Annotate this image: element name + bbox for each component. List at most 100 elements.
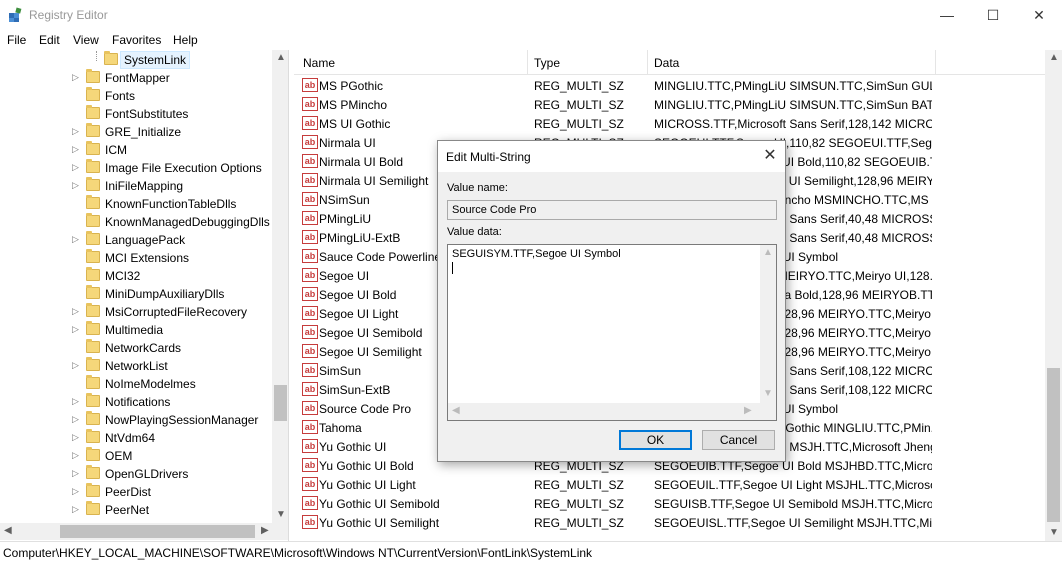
folder-icon: [86, 231, 100, 245]
value-row[interactable]: ab Yu Gothic UI Light REG_MULTI_SZ SEGOEUIL…: [294, 475, 1045, 494]
tree-item[interactable]: ▷ ICM: [0, 141, 272, 159]
textarea-horizontal-scrollbar[interactable]: ◀ ▶: [448, 403, 760, 420]
expand-arrow-icon[interactable]: ▷: [72, 432, 79, 443]
tree-horizontal-scrollbar[interactable]: ◀ ▶: [0, 523, 288, 540]
expand-arrow-icon[interactable]: ▷: [72, 396, 79, 407]
folder-icon: [86, 195, 100, 209]
menu-favorites[interactable]: Favorites: [112, 33, 161, 47]
expand-arrow-icon[interactable]: ▷: [72, 126, 79, 137]
value-type: REG_MULTI_SZ: [534, 79, 624, 93]
column-divider[interactable]: [527, 50, 528, 75]
column-header-name[interactable]: Name: [303, 56, 335, 70]
scroll-left-arrow-icon[interactable]: ◀: [4, 525, 12, 536]
expand-arrow-icon[interactable]: ▷: [72, 486, 79, 497]
tree-item[interactable]: MCI Extensions: [0, 249, 272, 267]
value-row[interactable]: ab MS PMincho REG_MULTI_SZ MINGLIU.TTC,PMin…: [294, 95, 1045, 114]
tree-item[interactable]: Fonts: [0, 87, 272, 105]
scroll-right-arrow-icon[interactable]: ▶: [744, 405, 752, 416]
tree-item[interactable]: ▷ IniFileMapping: [0, 177, 272, 195]
dialog-close-icon[interactable]: ✕: [760, 147, 780, 167]
dialog-title-bar: Edit Multi-String ✕: [438, 141, 785, 172]
tree-item[interactable]: ▷ MsiCorruptedFileRecovery: [0, 303, 272, 321]
ok-button[interactable]: OK: [619, 430, 692, 450]
tree-item[interactable]: ▷ GRE_Initialize: [0, 123, 272, 141]
list-vertical-scroll-thumb[interactable]: [1047, 368, 1060, 522]
tree-item[interactable]: ▷ Notifications: [0, 393, 272, 411]
textarea-vertical-scrollbar[interactable]: ▲ ▼: [760, 245, 776, 403]
value-row[interactable]: ab MS PGothic REG_MULTI_SZ MINGLIU.TTC,PMin…: [294, 76, 1045, 95]
registry-tree[interactable]: SystemLink ▷ FontMapper Fonts FontSubstitute…: [0, 50, 289, 541]
string-value-icon: ab: [302, 97, 318, 111]
expand-arrow-icon[interactable]: ▷: [72, 324, 79, 335]
scroll-up-arrow-icon[interactable]: ▲: [276, 52, 286, 63]
tree-item[interactable]: KnownManagedDebuggingDlls: [0, 213, 272, 231]
scroll-down-arrow-icon[interactable]: ▼: [1049, 527, 1059, 538]
value-data-text[interactable]: SEGUISYM.TTF,Segoe UI Symbol: [452, 248, 621, 260]
scroll-right-arrow-icon[interactable]: ▶: [261, 525, 269, 536]
value-name: Yu Gothic UI Light: [319, 478, 416, 492]
tree-item[interactable]: NoImeModelmes: [0, 375, 272, 393]
tree-item[interactable]: ▷ Multimedia: [0, 321, 272, 339]
tree-item[interactable]: KnownFunctionTableDlls: [0, 195, 272, 213]
list-vertical-scrollbar[interactable]: ▲ ▼: [1045, 50, 1062, 541]
expand-arrow-icon[interactable]: ▷: [72, 504, 79, 515]
value-type: REG_MULTI_SZ: [534, 478, 624, 492]
string-value-icon: ab: [302, 344, 318, 358]
value-row[interactable]: ab MS UI Gothic REG_MULTI_SZ MICROSS.TTF,Mi…: [294, 114, 1045, 133]
tree-vertical-scrollbar[interactable]: ▲ ▼: [272, 50, 288, 523]
expand-arrow-icon[interactable]: ▷: [72, 306, 79, 317]
value-data-textarea[interactable]: SEGUISYM.TTF,Segoe UI Symbol ▲ ▼ ◀ ▶: [447, 244, 777, 421]
tree-item[interactable]: NetworkCards: [0, 339, 272, 357]
tree-item[interactable]: MCI32: [0, 267, 272, 285]
scroll-down-arrow-icon[interactable]: ▼: [276, 509, 286, 520]
value-row[interactable]: ab Yu Gothic UI Semilight REG_MULTI_SZ SEGO…: [294, 513, 1045, 532]
value-row[interactable]: ab Yu Gothic UI Semibold REG_MULTI_SZ SEGUI…: [294, 494, 1045, 513]
tree-item[interactable]: ▷ NetworkList: [0, 357, 272, 375]
expand-arrow-icon[interactable]: ▷: [72, 72, 79, 83]
close-button[interactable]: ✕: [1016, 0, 1062, 30]
expand-arrow-icon[interactable]: ▷: [72, 414, 79, 425]
column-divider[interactable]: [935, 50, 936, 75]
expand-arrow-icon[interactable]: ▷: [72, 162, 79, 173]
column-header-data[interactable]: Data: [654, 56, 679, 70]
expand-arrow-icon[interactable]: ▷: [72, 468, 79, 479]
tree-item[interactable]: FontSubstitutes: [0, 105, 272, 123]
column-divider[interactable]: [647, 50, 648, 75]
folder-icon: [86, 87, 100, 101]
expand-arrow-icon[interactable]: ▷: [72, 450, 79, 461]
tree-item[interactable]: SystemLink: [0, 51, 272, 69]
expand-arrow-icon[interactable]: ▷: [72, 144, 79, 155]
tree-vertical-scroll-thumb[interactable]: [274, 385, 287, 421]
tree-horizontal-scroll-thumb[interactable]: [60, 525, 255, 538]
scroll-up-arrow-icon[interactable]: ▲: [763, 247, 773, 258]
tree-item-label: MCI32: [105, 269, 141, 283]
tree-item[interactable]: ▷ PeerDist: [0, 483, 272, 501]
menu-file[interactable]: File: [7, 33, 26, 47]
tree-item[interactable]: ▷ Image File Execution Options: [0, 159, 272, 177]
tree-item[interactable]: ▷ PeerNet: [0, 501, 272, 519]
folder-icon: [86, 105, 100, 119]
tree-item[interactable]: ▷ OpenGLDrivers: [0, 465, 272, 483]
tree-item[interactable]: ▷ NtVdm64: [0, 429, 272, 447]
scroll-down-arrow-icon[interactable]: ▼: [763, 388, 773, 399]
menu-help[interactable]: Help: [173, 33, 198, 47]
expand-arrow-icon[interactable]: ▷: [72, 180, 79, 191]
tree-item[interactable]: ▷ FontMapper: [0, 69, 272, 87]
expand-arrow-icon[interactable]: ▷: [72, 360, 79, 371]
menu-view[interactable]: View: [73, 33, 99, 47]
tree-item[interactable]: MiniDumpAuxiliaryDlls: [0, 285, 272, 303]
tree-item[interactable]: ▷ LanguagePack: [0, 231, 272, 249]
tree-item[interactable]: ▷ NowPlayingSessionManager: [0, 411, 272, 429]
value-name: Yu Gothic UI Semibold: [319, 497, 440, 511]
scroll-up-arrow-icon[interactable]: ▲: [1049, 52, 1059, 63]
cancel-button[interactable]: Cancel: [702, 430, 775, 450]
column-header-type[interactable]: Type: [534, 56, 560, 70]
scroll-left-arrow-icon[interactable]: ◀: [452, 405, 460, 416]
menu-edit[interactable]: Edit: [39, 33, 60, 47]
minimize-button[interactable]: —: [924, 0, 970, 30]
maximize-button[interactable]: ☐: [970, 0, 1016, 30]
tree-item[interactable]: ▷ OEM: [0, 447, 272, 465]
string-value-icon: ab: [302, 439, 318, 453]
expand-arrow-icon[interactable]: ▷: [72, 234, 79, 245]
text-caret: [452, 262, 453, 274]
